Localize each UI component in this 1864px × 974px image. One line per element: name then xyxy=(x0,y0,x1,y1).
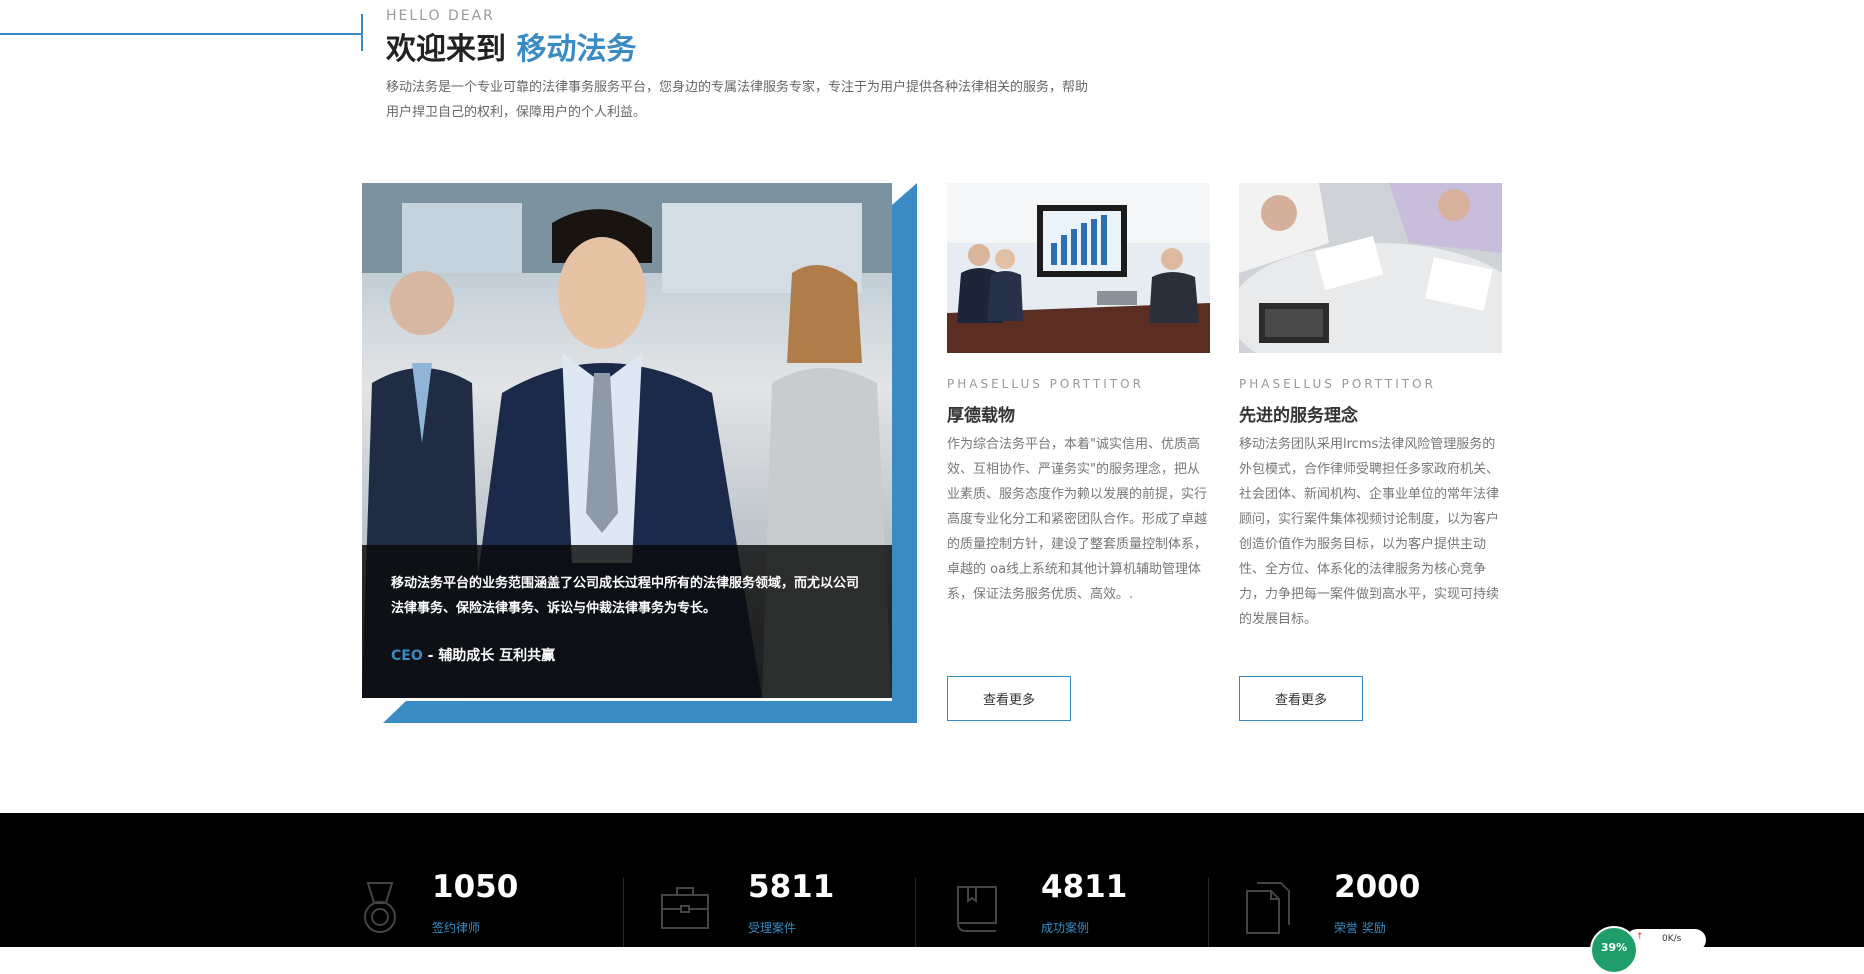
stat-divider xyxy=(623,878,624,947)
card-photo-meeting xyxy=(947,183,1210,353)
paperwork-illustration xyxy=(1239,183,1502,353)
signature-separator: - xyxy=(422,648,439,664)
feature-caption: 移动法务平台的业务范围涵盖了公司成长过程中所有的法律服务领域，而尤以公司法律事务… xyxy=(391,576,860,616)
speed-pill: ↑ 0K/s xyxy=(1626,929,1706,951)
card-description: 作为综合法务平台，本着"诚实信用、优质高效、互相协作、严谨务实"的服务理念，把从… xyxy=(947,437,1208,602)
service-card-1: PHASELLUS PORTTITOR 厚德载物 作为综合法务平台，本着"诚实信… xyxy=(947,183,1210,721)
signature-motto: 辅助成长 互利共赢 xyxy=(438,648,556,664)
intro-divider-line xyxy=(0,33,362,35)
speed-percent-badge: 39% xyxy=(1590,926,1638,974)
page-title: 欢迎来到 移动法务 xyxy=(386,24,636,68)
feature-block: 移动法务平台的业务范围涵盖了公司成长过程中所有的法律服务领域，而尤以公司法律事务… xyxy=(362,183,917,723)
view-more-button[interactable]: 查看更多 xyxy=(1239,676,1363,721)
upload-arrow-icon: ↑ xyxy=(1636,932,1644,942)
meeting-room-illustration xyxy=(947,183,1210,353)
stat-label: 受理案件 xyxy=(748,921,797,935)
stat-label: 荣誉 奖励 xyxy=(1334,921,1386,935)
feature-caption-panel: 移动法务平台的业务范围涵盖了公司成长过程中所有的法律服务领域，而尤以公司法律事务… xyxy=(362,545,892,698)
stat-value: 4811 xyxy=(1041,869,1128,905)
speed-rate: 0K/s xyxy=(1662,934,1682,944)
stat-value: 2000 xyxy=(1334,869,1421,905)
intro-divider-tick xyxy=(361,14,363,51)
stat-value: 5811 xyxy=(748,869,835,905)
stats-bar: 1050 签约律师 5811 受理案件 4811 成功案例 2000 荣誉 奖励 xyxy=(0,813,1864,947)
card-kicker: PHASELLUS PORTTITOR xyxy=(947,377,1144,391)
stat-divider xyxy=(1208,878,1209,947)
stat-divider xyxy=(915,878,916,947)
intro-description: 移动法务是一个专业可靠的法律事务服务平台，您身边的专属法律服务专家，专注于为用户… xyxy=(386,80,1089,120)
page-title-brand: 移动法务 xyxy=(516,32,637,67)
stat-value: 1050 xyxy=(432,869,519,905)
documents-icon xyxy=(1246,882,1290,934)
view-more-button[interactable]: 查看更多 xyxy=(947,676,1071,721)
network-speed-widget[interactable]: ↑ 0K/s 39% xyxy=(1590,926,1718,974)
briefcase-icon xyxy=(661,887,709,929)
signature-role: CEO xyxy=(391,648,423,664)
medal-icon xyxy=(364,882,396,933)
page-title-prefix: 欢迎来到 xyxy=(386,32,517,67)
feature-signature: CEO - 辅助成长 互利共赢 xyxy=(391,645,555,665)
stat-label: 签约律师 xyxy=(432,921,481,935)
service-card-2: PHASELLUS PORTTITOR 先进的服务理念 移动法务团队采用lrcm… xyxy=(1239,183,1502,721)
stat-label: 成功案例 xyxy=(1041,921,1090,935)
card-title: 厚德载物 xyxy=(947,406,1015,426)
card-kicker: PHASELLUS PORTTITOR xyxy=(1239,377,1436,391)
feature-photo: 移动法务平台的业务范围涵盖了公司成长过程中所有的法律服务领域，而尤以公司法律事务… xyxy=(362,183,892,698)
card-photo-paperwork xyxy=(1239,183,1502,353)
intro-kicker: HELLO DEAR xyxy=(386,8,495,24)
card-description: 移动法务团队采用lrcms法律风险管理服务的外包模式，合作律师受聘担任多家政府机… xyxy=(1239,437,1500,627)
book-icon xyxy=(957,886,997,932)
card-title: 先进的服务理念 xyxy=(1239,406,1358,426)
